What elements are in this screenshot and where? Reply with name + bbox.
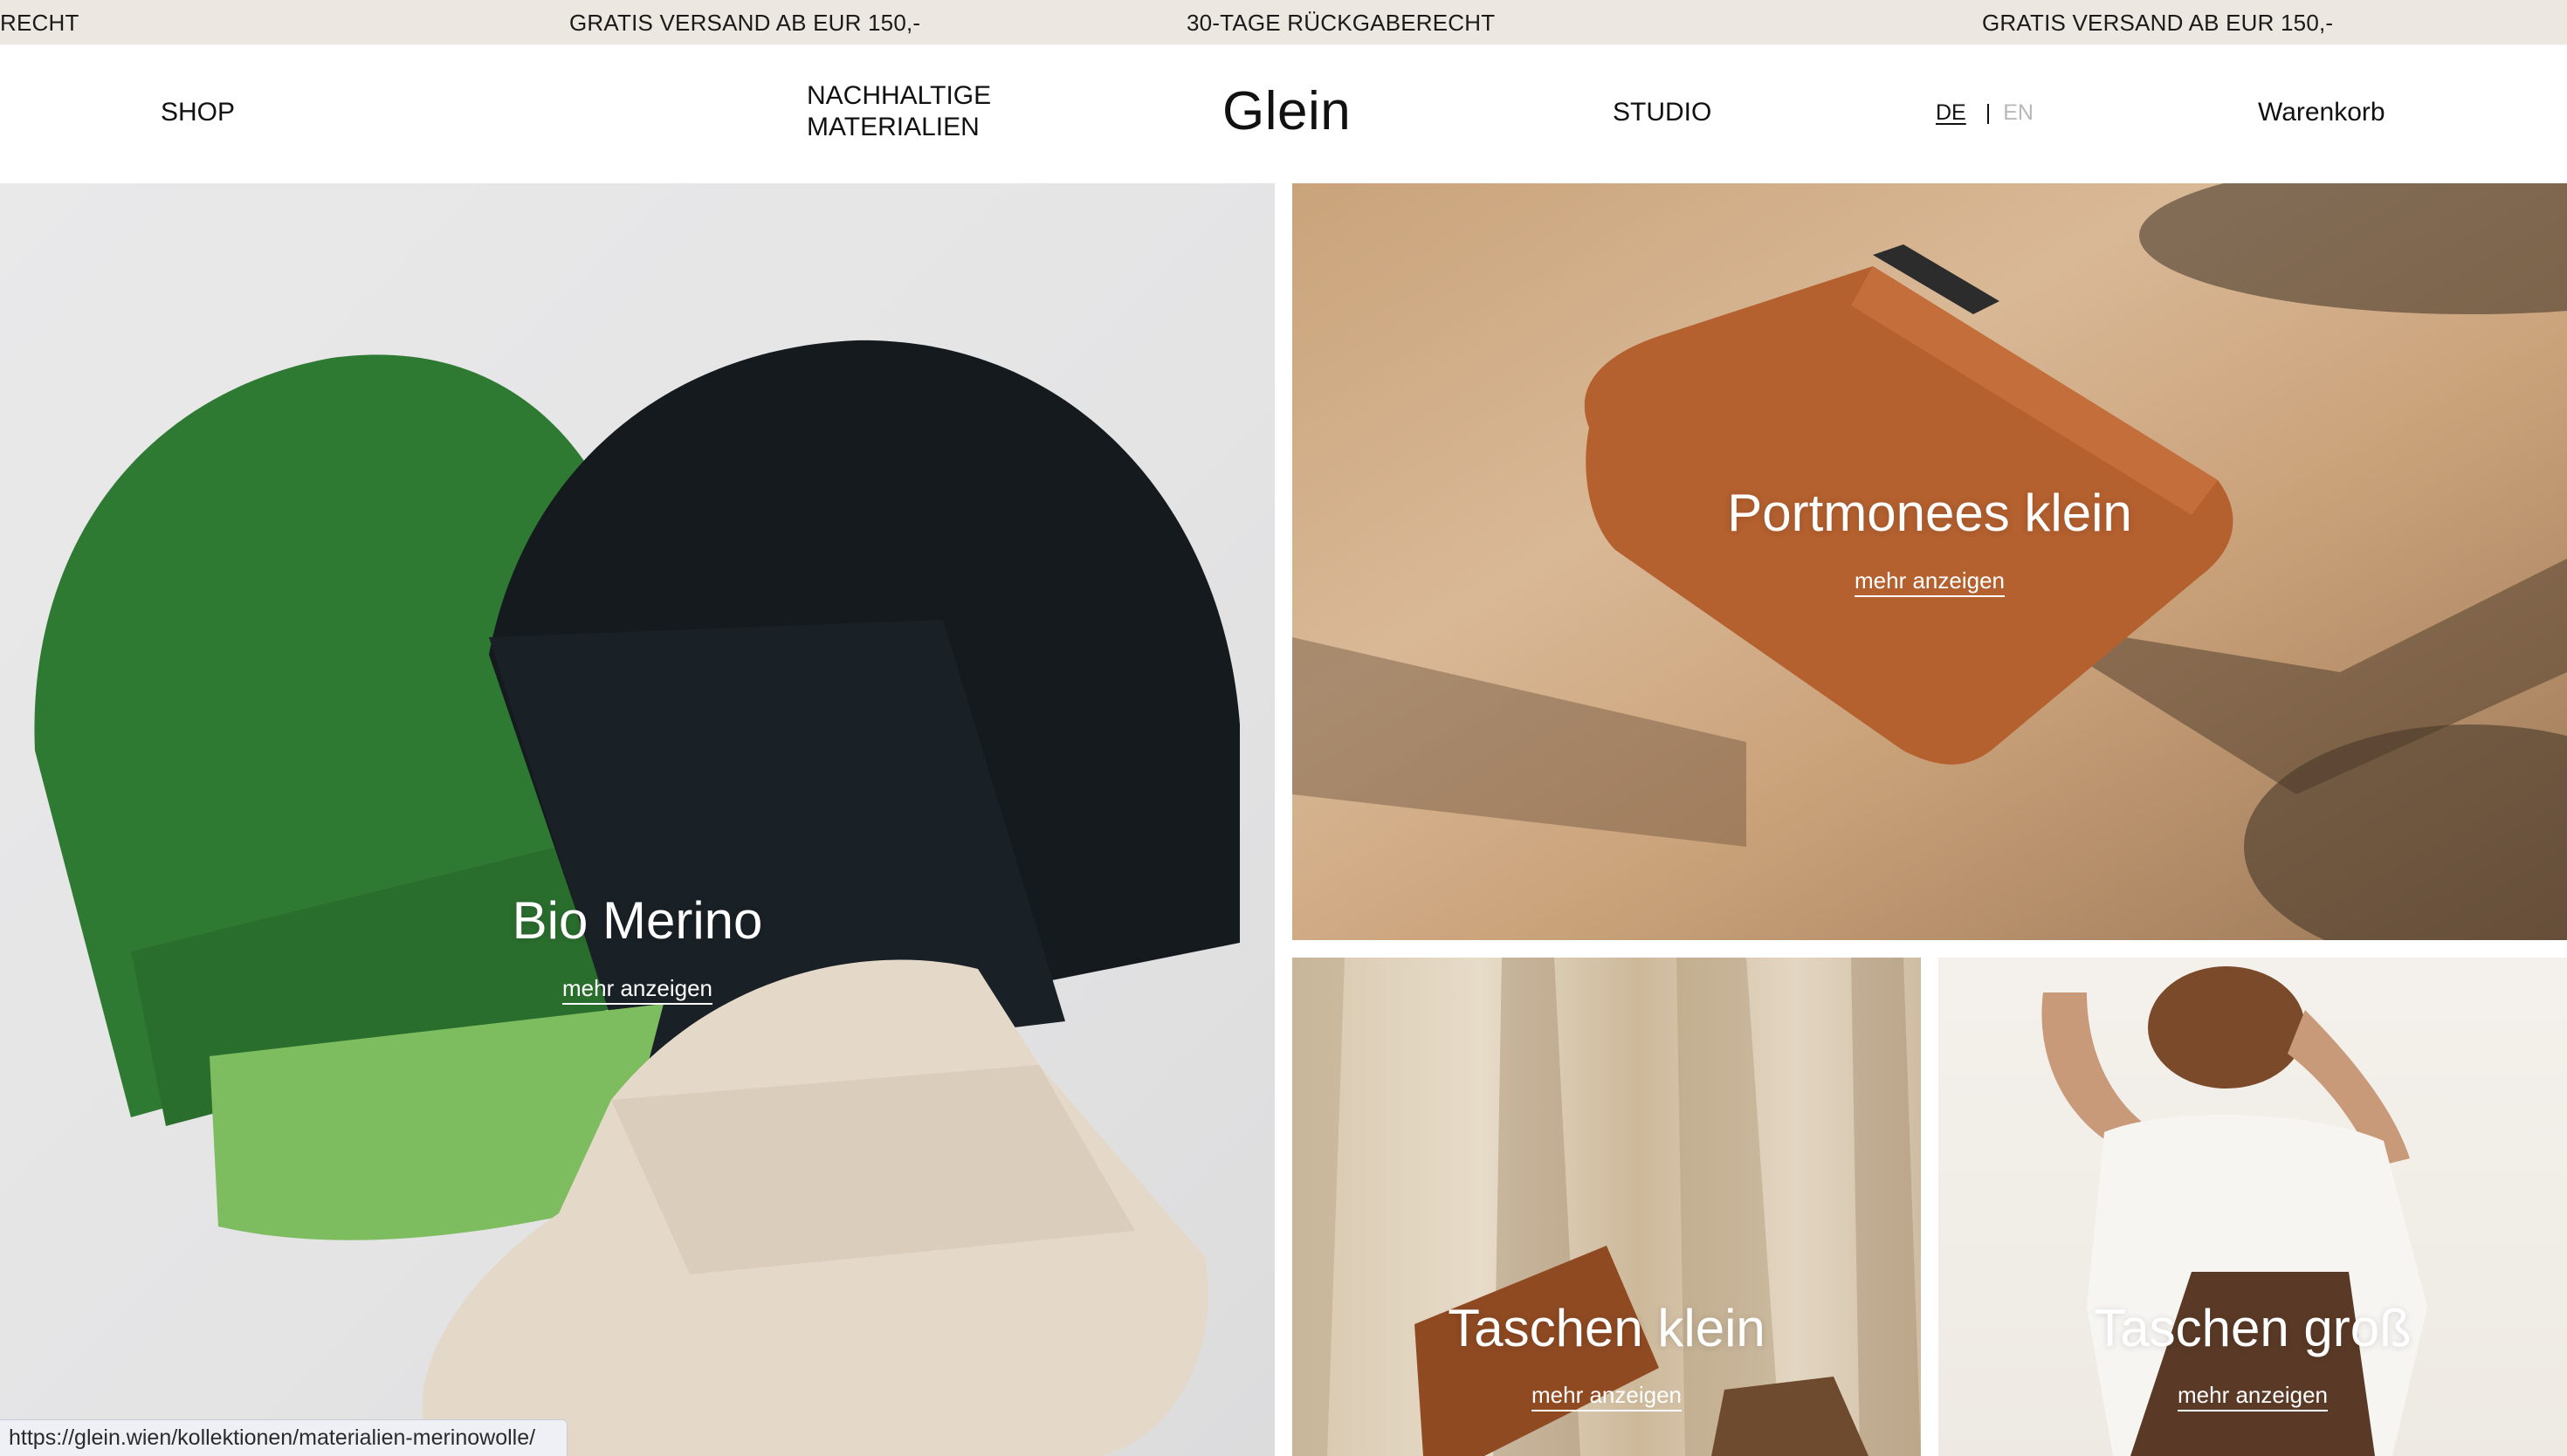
- tile-bio-merino[interactable]: Bio Merino mehr anzeigen: [0, 183, 1275, 1456]
- lang-separator: |: [1985, 100, 1992, 125]
- tile-bags-large[interactable]: Taschen groß mehr anzeigen: [1938, 958, 2567, 1456]
- cart-link[interactable]: Warenkorb: [2258, 97, 2385, 128]
- ticker-message: GRATIS VERSAND AB EUR 150,-: [569, 10, 921, 36]
- beanies-image: [34, 340, 1240, 1456]
- tile-more-link: mehr anzeigen: [0, 975, 1275, 1005]
- tile-title: Taschen klein: [1448, 1299, 1765, 1357]
- ticker-message: 30-TAGE RÜCKGABERECHT: [1187, 10, 1496, 36]
- more-link[interactable]: mehr anzeigen: [562, 975, 712, 1005]
- tile-more-link: mehr anzeigen: [1938, 1382, 2567, 1411]
- more-link[interactable]: mehr anzeigen: [1531, 1382, 1682, 1411]
- tile-wallets-small[interactable]: Portmonees klein mehr anzeigen: [1292, 183, 2567, 940]
- tile-more-link: mehr anzeigen: [1292, 1382, 1921, 1411]
- tile-title: Bio Merino: [512, 891, 763, 950]
- site-header: SHOP NACHHALTIGE MATERIALIEN Glein STUDI…: [0, 45, 2567, 183]
- nav-studio[interactable]: STUDIO: [1613, 97, 1711, 128]
- more-link[interactable]: mehr anzeigen: [1855, 567, 2005, 597]
- tile-title: Portmonees klein: [1727, 484, 2132, 542]
- tile-bags-small[interactable]: Taschen klein mehr anzeigen: [1292, 958, 1921, 1456]
- page: RECHT GRATIS VERSAND AB EUR 150,- 30-TAG…: [0, 0, 2567, 1456]
- more-link[interactable]: mehr anzeigen: [2178, 1382, 2328, 1411]
- tile-more-link: mehr anzeigen: [1292, 567, 2567, 597]
- announcement-ticker: RECHT GRATIS VERSAND AB EUR 150,- 30-TAG…: [0, 0, 2567, 45]
- lang-de-link[interactable]: DE: [1936, 100, 1966, 125]
- site-logo[interactable]: Glein: [1222, 79, 1351, 144]
- browser-status-bar: https://glein.wien/kollektionen/material…: [0, 1419, 568, 1456]
- wallet-image: [1292, 183, 2567, 940]
- lang-en-link[interactable]: EN: [2003, 100, 2034, 125]
- nav-sustainable-materials[interactable]: NACHHALTIGE MATERIALIEN: [807, 80, 1034, 143]
- ticker-message: GRATIS VERSAND AB EUR 150,-: [1982, 10, 2334, 36]
- tile-title: Taschen groß: [2094, 1299, 2412, 1357]
- language-switcher: DE | EN: [1936, 100, 2034, 126]
- nav-shop[interactable]: SHOP: [161, 97, 235, 128]
- ticker-message: RECHT: [0, 10, 79, 36]
